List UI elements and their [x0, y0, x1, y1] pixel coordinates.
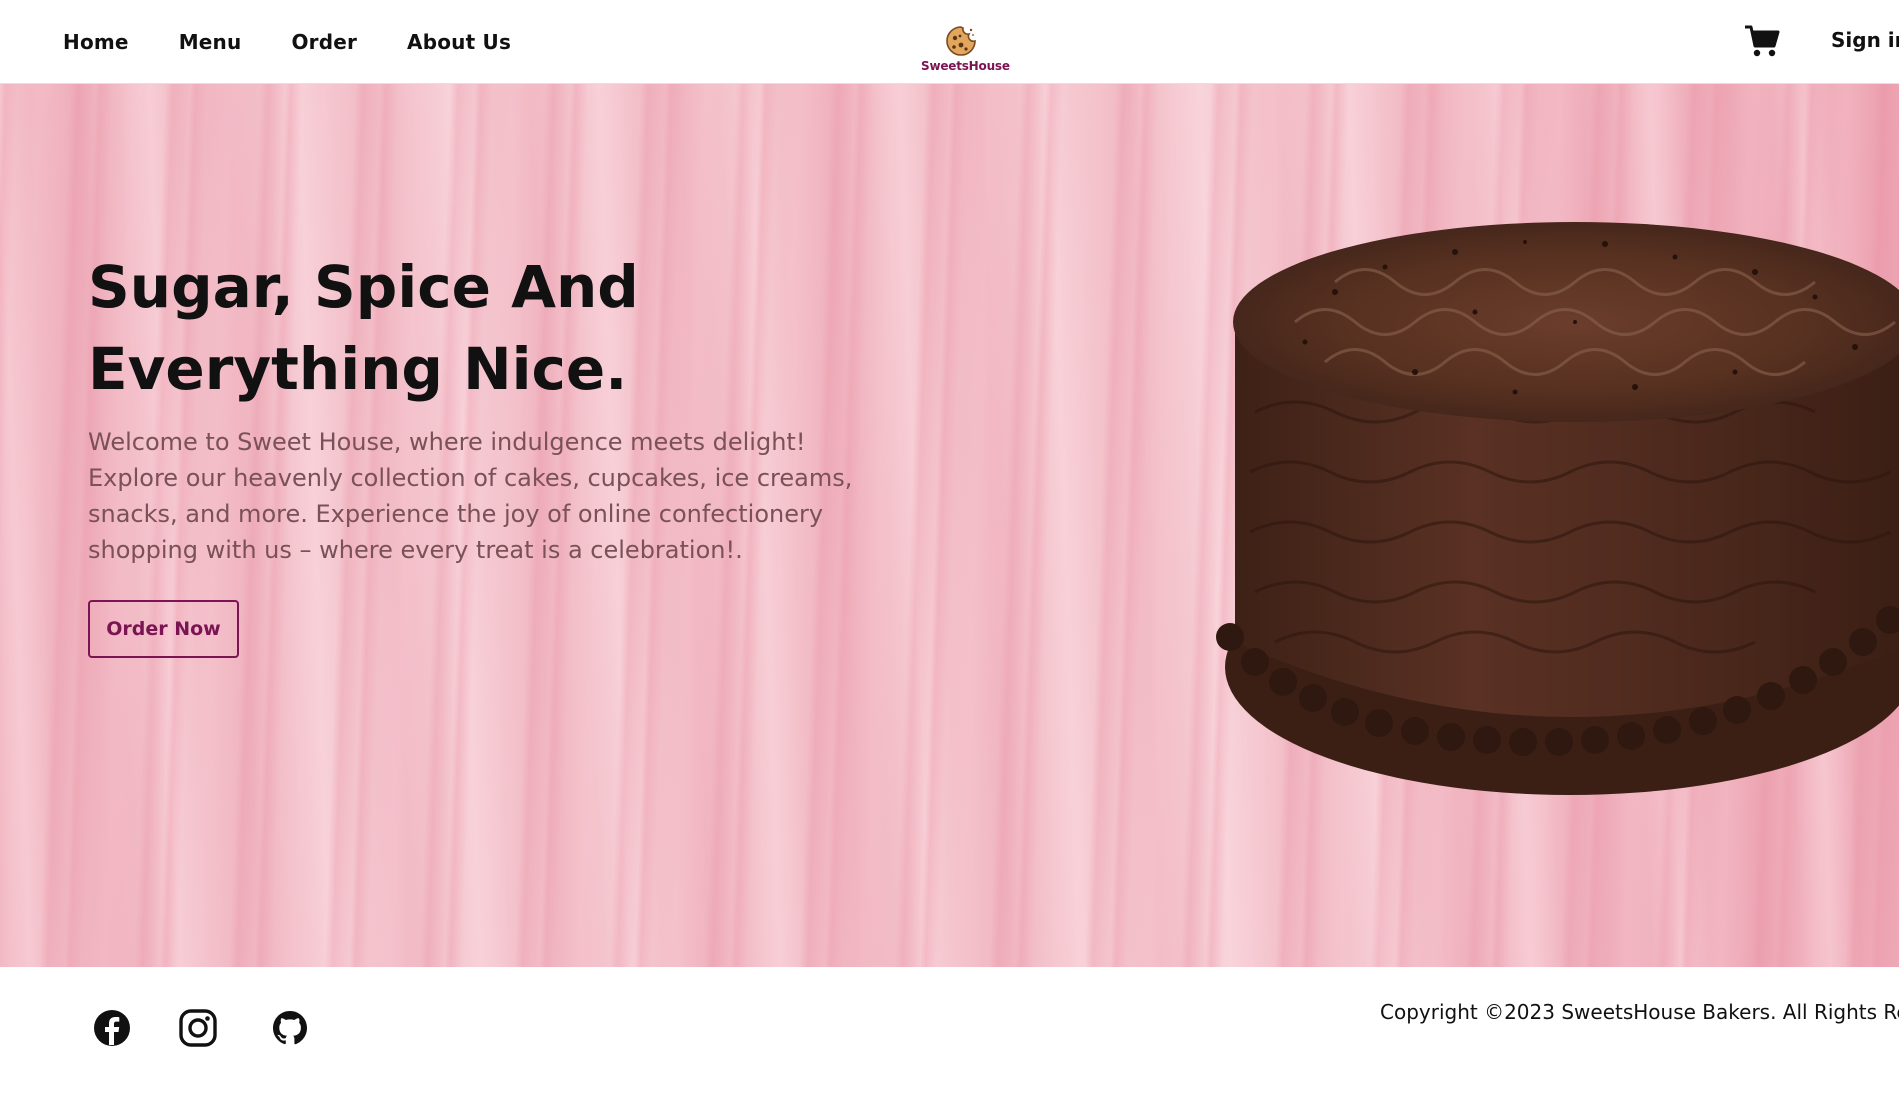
brand-logo[interactable]: SweetsHouse — [921, 24, 1010, 80]
hero-title: Sugar, Spice And Everything Nice. — [88, 246, 688, 410]
chocolate-cake-image — [1216, 222, 1899, 795]
order-now-button[interactable]: Order Now — [88, 600, 239, 658]
hero-description: Welcome to Sweet House, where indulgence… — [88, 428, 853, 564]
sign-in-link[interactable]: Sign in — [1831, 28, 1899, 52]
hero-title-line-2: Everything Nice. — [88, 335, 628, 403]
nav-link-menu[interactable]: Menu — [179, 30, 242, 54]
footer: Copyright ©2023 SweetsHouse Bakers. All … — [0, 967, 1899, 1093]
facebook-icon[interactable] — [93, 1009, 131, 1047]
brand-name: SweetsHouse — [921, 59, 1010, 73]
hero-section: Sugar, Spice And Everything Nice. Welcom… — [0, 84, 1899, 967]
cookie-icon — [946, 26, 976, 56]
hero-title-line-1: Sugar, Spice And — [88, 253, 639, 321]
github-icon[interactable] — [271, 1009, 309, 1047]
instagram-icon[interactable] — [179, 1009, 217, 1047]
navbar: Home Menu Order About Us SweetsHouse Sig… — [0, 0, 1899, 84]
nav-link-about-us[interactable]: About Us — [407, 30, 511, 54]
shopping-cart-icon[interactable] — [1744, 24, 1780, 58]
copyright-text: Copyright ©2023 SweetsHouse Bakers. All … — [1380, 1000, 1899, 1024]
nav-link-home[interactable]: Home — [63, 30, 129, 54]
nav-link-order[interactable]: Order — [291, 30, 357, 54]
nav-links: Home Menu Order About Us — [63, 0, 561, 84]
